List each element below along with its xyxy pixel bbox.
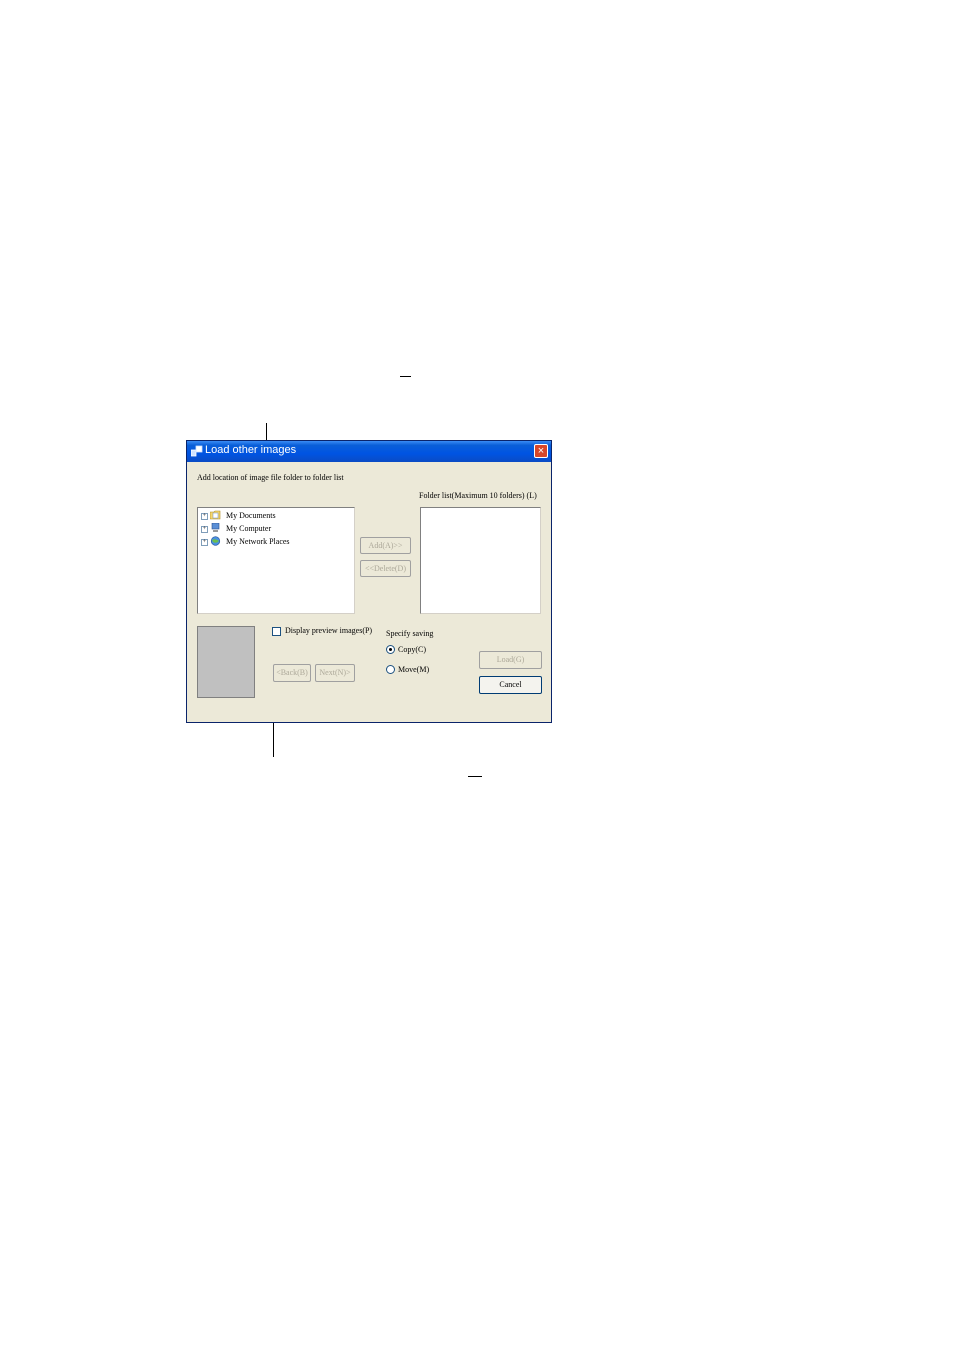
network-places-icon bbox=[210, 536, 221, 546]
preview-checkbox-label: Display preview images(P) bbox=[285, 626, 373, 635]
tree-item-label: My Documents bbox=[226, 511, 276, 520]
close-button[interactable]: × bbox=[534, 444, 548, 458]
expand-icon[interactable]: + bbox=[201, 539, 208, 546]
instruction-text: Add location of image file folder to fol… bbox=[197, 473, 344, 482]
preview-image-area bbox=[197, 626, 255, 698]
load-button[interactable]: Load(G) bbox=[479, 651, 542, 669]
cancel-button[interactable]: Cancel bbox=[479, 676, 542, 694]
callout-mark-top bbox=[400, 376, 411, 377]
saving-label: Specify saving bbox=[386, 629, 434, 638]
radio-selected-dot bbox=[389, 648, 392, 651]
app-icon bbox=[191, 445, 203, 457]
tree-item-label: My Computer bbox=[226, 524, 272, 533]
next-button[interactable]: Next(N)> bbox=[315, 664, 355, 682]
tree-item-label: My Network Places bbox=[226, 537, 290, 546]
my-documents-icon bbox=[210, 510, 221, 520]
my-computer-icon bbox=[211, 523, 220, 532]
move-radio[interactable] bbox=[386, 665, 395, 674]
callout-mark-bottom bbox=[468, 776, 482, 777]
dialog-title: Load other images bbox=[205, 444, 297, 456]
title-bar[interactable]: Load other images × bbox=[187, 441, 551, 462]
expand-icon[interactable]: + bbox=[201, 526, 208, 533]
move-radio-label: Move(M) bbox=[398, 665, 430, 674]
back-button[interactable]: <Back(B) bbox=[273, 664, 311, 682]
folder-list[interactable] bbox=[420, 507, 541, 614]
copy-radio-label: Copy(C) bbox=[398, 645, 426, 654]
add-button[interactable]: Add(A)>> bbox=[360, 537, 411, 554]
copy-radio[interactable] bbox=[386, 645, 395, 654]
expand-icon[interactable]: + bbox=[201, 513, 208, 520]
load-other-images-dialog: Load other images × Add location of imag… bbox=[186, 440, 552, 723]
folder-list-label: Folder list(Maximum 10 folders) (L) bbox=[419, 491, 537, 500]
close-icon: × bbox=[537, 445, 545, 457]
folder-tree[interactable]: + My Documents + My Computer + My Networ… bbox=[197, 507, 355, 614]
delete-button[interactable]: <<Delete(D) bbox=[360, 560, 411, 577]
preview-checkbox[interactable] bbox=[272, 627, 281, 636]
